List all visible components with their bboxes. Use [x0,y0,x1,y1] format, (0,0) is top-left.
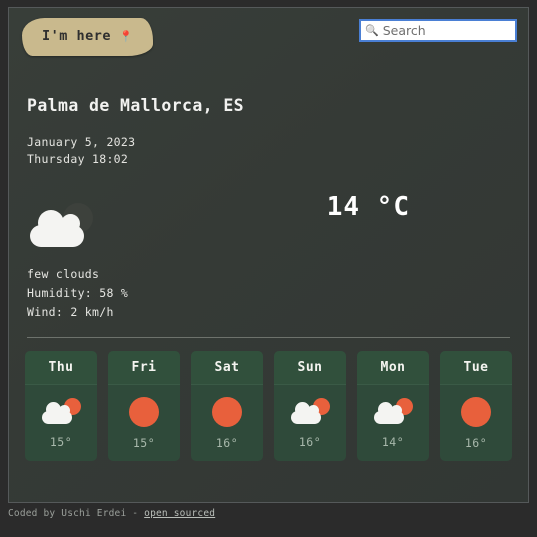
forecast-card-body: 16° [440,385,512,461]
condition-text: few clouds [27,267,100,282]
humidity-text: Humidity: 58 % [27,285,129,300]
few-clouds-day-icon [290,397,330,426]
forecast-row: Thu 15° Fri 15° Sat 16° Sun 16° Mon 14° … [9,338,528,462]
cloud-shape [374,401,404,424]
sun-disc [212,396,242,427]
page-title: Palma de Mallorca, ES [27,96,245,115]
app-panel: I'm here 📍 🔍 Palma de Mallorca, ES Janua… [8,7,529,503]
cloud-shape [30,210,84,248]
weather-app: I'm here 📍 🔍 Palma de Mallorca, ES Janua… [0,0,537,537]
current-conditions: Palma de Mallorca, ES January 5, 2023 Th… [9,96,528,321]
im-here-label: I'm here [42,28,112,44]
clear-sky-icon [461,396,491,427]
footer-credit: Coded by Uschi Erdei - [8,508,145,519]
cloud-shape [291,401,321,424]
forecast-temperature: 16° [464,435,488,450]
forecast-card-body: 15° [108,385,180,461]
forecast-day-label: Mon [357,351,429,386]
few-clouds-day-icon [41,397,81,426]
top-bar: I'm here 📍 🔍 [9,8,528,78]
few-clouds-night-icon [27,201,99,253]
clear-sky-icon [129,396,159,427]
forecast-card[interactable]: Sun 16° [274,351,346,462]
im-here-button[interactable]: I'm here 📍 [22,18,154,56]
forecast-card[interactable]: Tue 16° [440,351,512,462]
forecast-card-body: 16° [191,385,263,461]
search-input[interactable] [382,23,511,38]
search-box[interactable]: 🔍 [359,19,517,42]
sun-disc [129,396,159,427]
forecast-card[interactable]: Sat 16° [191,351,263,462]
forecast-temperature: 16° [298,434,322,449]
current-time: Thursday 18:02 [27,151,129,166]
cloud-shape [42,401,72,424]
current-temperature: 14 °C [326,192,410,222]
forecast-temperature: 14° [381,434,405,449]
wind-text: Wind: 2 km/h [27,304,114,319]
open-sourced-link[interactable]: open sourced [144,508,215,519]
forecast-card-body: 16° [274,385,346,461]
forecast-temperature: 15° [49,434,73,449]
current-date: January 5, 2023 [27,135,136,149]
date-time-block: January 5, 2023 Thursday 18:02 [27,134,510,167]
forecast-day-label: Sat [191,351,263,386]
forecast-day-label: Thu [25,351,97,386]
footer: Coded by Uschi Erdei - open sourced [8,508,215,519]
clear-sky-icon [212,396,242,427]
forecast-temperature: 15° [132,435,156,450]
search-icon: 🔍 [365,24,379,37]
few-clouds-day-icon [373,397,413,426]
forecast-day-label: Fri [108,351,180,386]
forecast-temperature: 16° [215,435,239,450]
forecast-card[interactable]: Thu 15° [25,351,97,462]
forecast-card[interactable]: Mon 14° [357,351,429,462]
forecast-card-body: 15° [25,385,97,461]
forecast-card-body: 14° [357,385,429,461]
forecast-day-label: Tue [440,351,512,386]
map-pin-icon: 📍 [119,29,134,43]
forecast-card[interactable]: Fri 15° [108,351,180,462]
weather-details: few clouds Humidity: 58 % Wind: 2 km/h [27,265,510,321]
forecast-day-label: Sun [274,351,346,386]
current-weather-icon [27,201,99,253]
sun-disc [461,396,491,427]
